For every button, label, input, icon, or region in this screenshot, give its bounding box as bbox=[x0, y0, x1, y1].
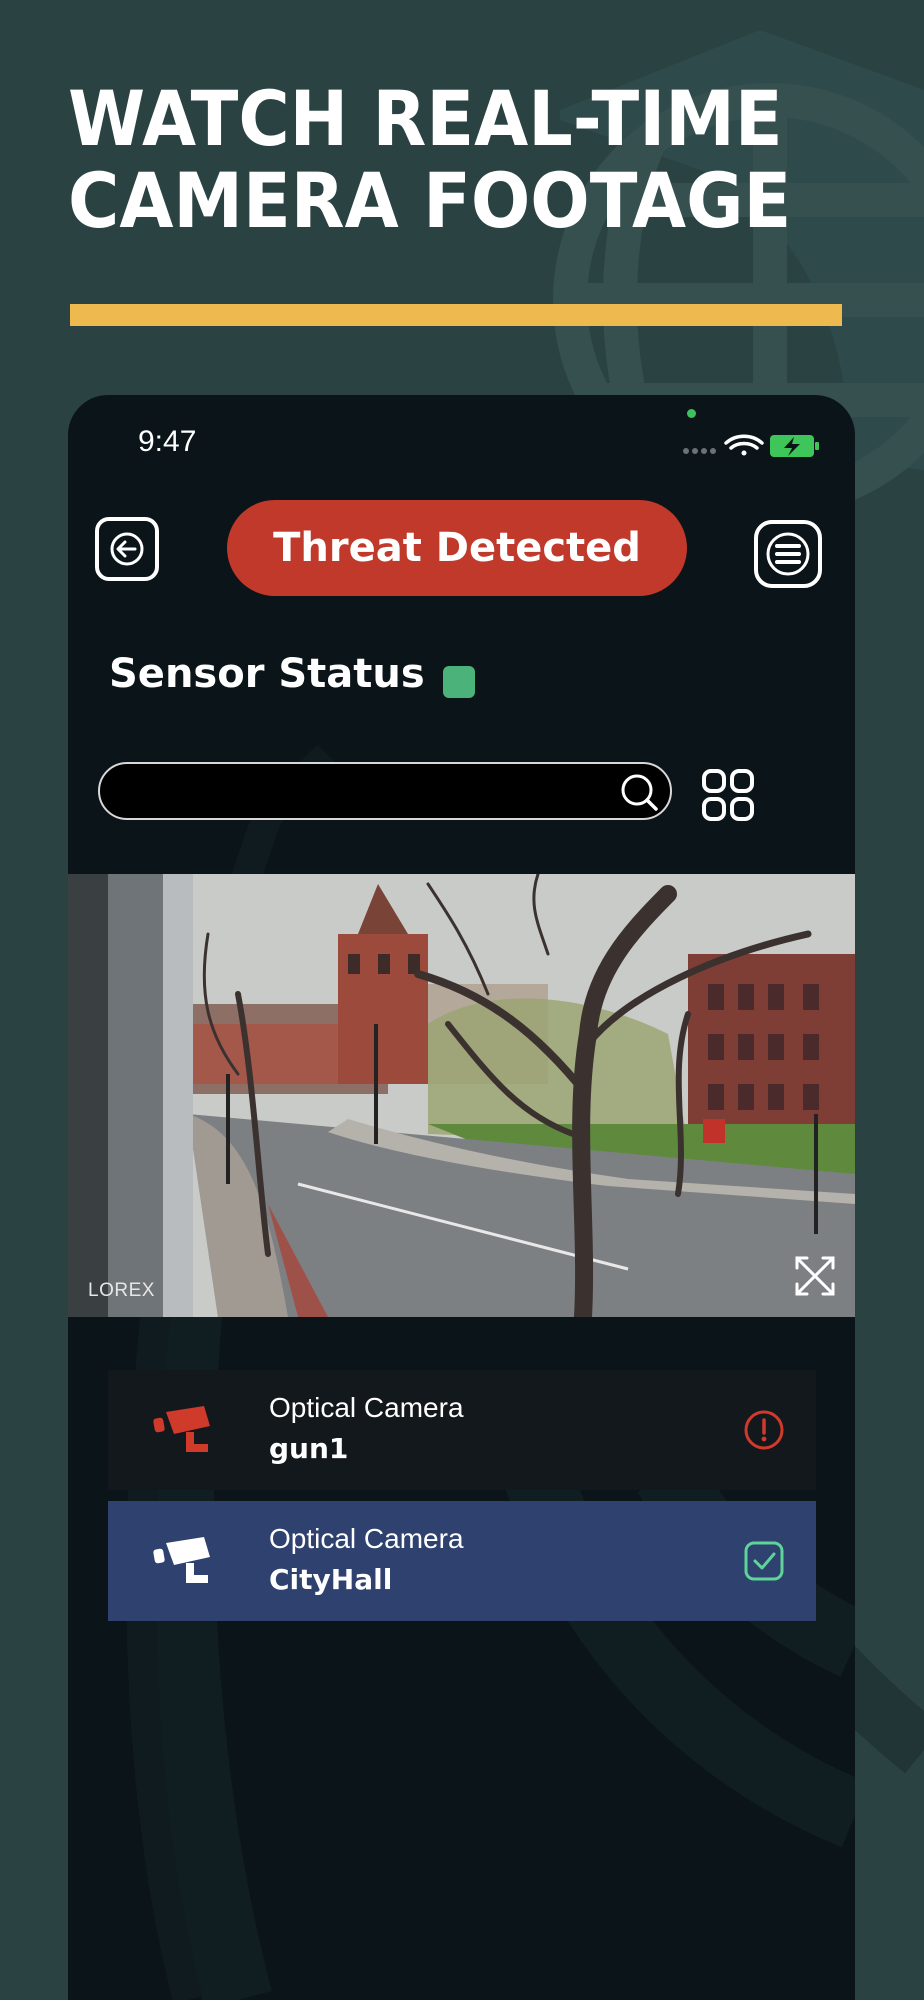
camera-feed-image bbox=[68, 874, 855, 1317]
grid-view-icon[interactable] bbox=[701, 768, 755, 822]
hamburger-menu-icon bbox=[766, 532, 810, 576]
sensor-status-indicator bbox=[443, 666, 475, 698]
search-input[interactable] bbox=[124, 774, 588, 810]
search-icon[interactable] bbox=[618, 771, 662, 815]
status-icons bbox=[683, 434, 819, 457]
camera-list-item[interactable]: Optical Camera gun1 bbox=[108, 1370, 816, 1490]
camera-name: gun1 bbox=[269, 1432, 349, 1465]
threat-detected-button[interactable]: Threat Detected bbox=[227, 500, 687, 596]
battery-charging-icon bbox=[770, 435, 819, 457]
page-headline: WATCH REAL-TIME CAMERA FOOTAGE bbox=[68, 78, 804, 242]
expand-icon[interactable] bbox=[793, 1254, 837, 1298]
back-button[interactable] bbox=[95, 517, 159, 581]
wifi-icon bbox=[724, 434, 764, 456]
camera-name: CityHall bbox=[269, 1563, 393, 1596]
camera-indicator-dot bbox=[687, 409, 696, 418]
security-camera-icon bbox=[153, 1406, 210, 1452]
headline-line-2: CAMERA FOOTAGE bbox=[68, 156, 792, 245]
accent-bar bbox=[70, 304, 842, 326]
camera-list-item[interactable]: Optical Camera CityHall bbox=[108, 1501, 816, 1621]
arrow-left-icon bbox=[110, 532, 144, 566]
search-bar bbox=[98, 762, 672, 820]
camera-feed[interactable]: LOREX bbox=[68, 874, 855, 1317]
alert-circle-icon bbox=[744, 1410, 784, 1450]
feed-brand-label: LOREX bbox=[88, 1280, 155, 1301]
check-square-icon bbox=[744, 1541, 784, 1581]
signal-icon bbox=[683, 448, 716, 454]
menu-button[interactable] bbox=[754, 520, 822, 588]
security-camera-icon bbox=[153, 1537, 210, 1583]
status-time: 9:47 bbox=[138, 425, 197, 458]
phone-screen: 9:47 Threat Detected Sensor Status LOREX… bbox=[68, 395, 855, 2000]
camera-type: Optical Camera bbox=[269, 1392, 464, 1423]
headline-line-1: WATCH REAL-TIME bbox=[68, 74, 783, 163]
camera-type: Optical Camera bbox=[269, 1523, 464, 1554]
sensor-status-title: Sensor Status bbox=[109, 651, 425, 697]
